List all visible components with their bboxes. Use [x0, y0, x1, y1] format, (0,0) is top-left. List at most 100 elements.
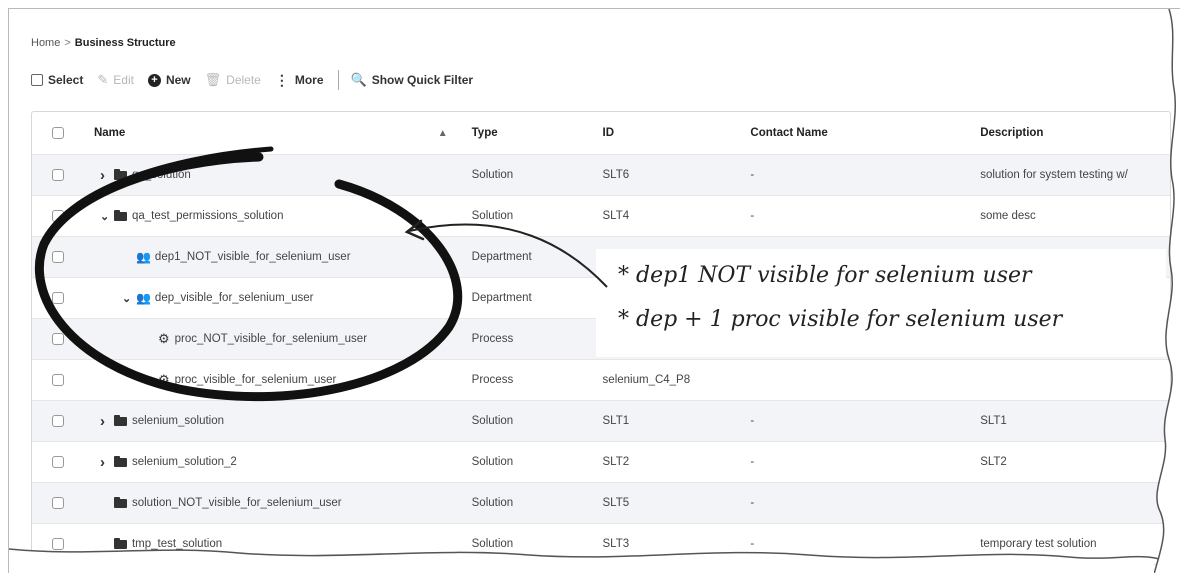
chevron-down-icon[interactable]: ⌄ [122, 292, 136, 305]
row-contact-name: - [750, 169, 755, 181]
folder-icon [113, 168, 127, 180]
breadcrumb-home-link[interactable]: Home [31, 37, 60, 49]
row-select-cell[interactable] [32, 210, 84, 222]
show-quick-filter-button[interactable]: 🔍 Show Quick Filter [351, 72, 474, 88]
row-select-cell[interactable] [32, 497, 84, 509]
row-id: SLT3 [602, 538, 630, 550]
table-row[interactable]: solution_NOT_visible_for_selenium_user So… [32, 482, 1170, 523]
table-row[interactable]: ⌄ qa_test_permissions_solution Solution SLT… [32, 195, 1170, 236]
row-checkbox[interactable] [51, 415, 64, 427]
row-type: Process [471, 333, 514, 345]
row-id: SLT1 [602, 415, 630, 427]
zoom-search-icon: 🔍 [350, 72, 367, 87]
row-name[interactable]: qa_test_permissions_solution [132, 210, 284, 222]
breadcrumb: Home > Business Structure [31, 37, 176, 49]
breadcrumb-current: Business Structure [74, 37, 176, 49]
row-name-cell: ⌄ 👥 dep_visible_for_selenium_user [84, 291, 462, 305]
row-select-cell[interactable] [32, 333, 84, 345]
row-description: SLT1 [980, 415, 1007, 427]
folder-icon [113, 497, 127, 508]
toolbar-divider [337, 70, 339, 90]
row-select-cell[interactable] [32, 456, 84, 468]
row-name[interactable]: dep1_NOT_visible_for_selenium_user [155, 251, 351, 263]
toolbar: Select ✎ Edit + New 🗑 Delete ⋮ More 🔍 Sh… [31, 69, 487, 91]
row-type: Department [471, 251, 532, 263]
header-name[interactable]: Name ▲ [84, 127, 462, 139]
row-name[interactable]: dep_visible_for_selenium_user [155, 292, 314, 304]
row-type: Solution [471, 415, 514, 427]
table-row[interactable]: ⚙ proc_visible_for_selenium_user Process se… [32, 359, 1170, 400]
chevron-down-icon[interactable]: ⌄ [100, 210, 114, 223]
header-select-all[interactable] [32, 127, 84, 139]
row-description: solution for system testing w/ [980, 169, 1128, 181]
gear-icon: ⚙ [157, 372, 170, 387]
row-type: Solution [471, 169, 514, 181]
row-type: Process [471, 374, 514, 386]
row-name[interactable]: proc_NOT_visible_for_selenium_user [175, 333, 367, 345]
row-select-cell[interactable] [32, 415, 84, 427]
sort-icon[interactable]: ▲ [438, 128, 448, 139]
new-button[interactable]: + New [147, 73, 191, 87]
row-name[interactable]: qa_solution [132, 169, 191, 181]
row-id: SLT6 [602, 169, 630, 181]
row-select-cell[interactable] [32, 251, 84, 263]
department-icon: 👥 [135, 291, 151, 305]
table-row[interactable]: › qa_solution Solution SLT6 - solution for sy… [32, 154, 1170, 195]
row-description: temporary test solution [980, 538, 1097, 550]
row-checkbox[interactable] [51, 169, 64, 181]
row-name[interactable]: selenium_solution_2 [132, 456, 237, 468]
row-name-cell: 👥 dep1_NOT_visible_for_selenium_user [84, 250, 462, 264]
row-checkbox[interactable] [51, 210, 64, 222]
select-all-checkbox[interactable] [51, 127, 64, 139]
row-checkbox[interactable] [51, 374, 64, 386]
table-row[interactable]: › selenium_solution Solution SLT1 - SLT1 [32, 400, 1170, 441]
row-id: SLT2 [602, 456, 630, 468]
header-contact-name[interactable]: Contact Name [740, 127, 970, 139]
row-checkbox[interactable] [51, 497, 64, 509]
row-name[interactable]: selenium_solution [132, 415, 224, 427]
row-contact-name: - [750, 415, 755, 427]
row-select-cell[interactable] [32, 374, 84, 386]
select-label: Select [48, 73, 84, 87]
row-select-cell[interactable] [32, 169, 84, 181]
header-id[interactable]: ID [593, 127, 741, 139]
breadcrumb-separator: > [64, 37, 71, 49]
chevron-right-icon[interactable]: › [100, 454, 114, 471]
row-type: Solution [471, 497, 514, 509]
folder-icon [113, 209, 127, 221]
row-checkbox[interactable] [51, 538, 64, 550]
row-name[interactable]: tmp_test_solution [132, 538, 222, 550]
row-checkbox[interactable] [51, 333, 64, 345]
row-checkbox[interactable] [51, 292, 64, 304]
annotation-callout: * dep1 NOT visible for selenium user * d… [596, 249, 1166, 357]
row-id: SLT5 [602, 497, 630, 509]
row-description: some desc [980, 210, 1036, 222]
row-select-cell[interactable] [32, 538, 84, 550]
select-button[interactable]: Select [31, 73, 83, 87]
row-description: SLT2 [980, 456, 1007, 468]
row-name-cell: solution_NOT_visible_for_selenium_user [84, 497, 462, 509]
row-select-cell[interactable] [32, 292, 84, 304]
chevron-right-icon[interactable]: › [100, 413, 114, 430]
folder-icon [113, 414, 127, 426]
chevron-right-icon[interactable]: › [100, 167, 114, 184]
row-checkbox[interactable] [51, 456, 64, 468]
header-name-label: Name [93, 127, 126, 139]
header-type[interactable]: Type [462, 127, 593, 139]
header-description[interactable]: Description [970, 127, 1170, 139]
row-id: selenium_C4_P8 [602, 374, 691, 386]
delete-button[interactable]: 🗑 Delete [205, 72, 261, 88]
row-name[interactable]: proc_visible_for_selenium_user [175, 374, 337, 386]
table-row[interactable]: › selenium_solution_2 Solution SLT2 - SLT2 [32, 441, 1170, 482]
row-checkbox[interactable] [51, 251, 64, 263]
row-contact-name: - [750, 538, 755, 550]
table-row[interactable]: tmp_test_solution Solution SLT3 - temporary … [32, 523, 1170, 564]
edit-button[interactable]: ✎ Edit [97, 72, 134, 88]
row-contact-name: - [750, 456, 755, 468]
more-button[interactable]: ⋮ More [275, 72, 324, 89]
row-name-cell: ⚙ proc_NOT_visible_for_selenium_user [84, 331, 462, 347]
annotation-line-2: * dep + 1 proc visible for selenium user [618, 307, 1063, 332]
row-name-cell: ⌄ qa_test_permissions_solution [84, 209, 462, 223]
row-type: Solution [471, 210, 514, 222]
row-name[interactable]: solution_NOT_visible_for_selenium_user [132, 497, 342, 509]
